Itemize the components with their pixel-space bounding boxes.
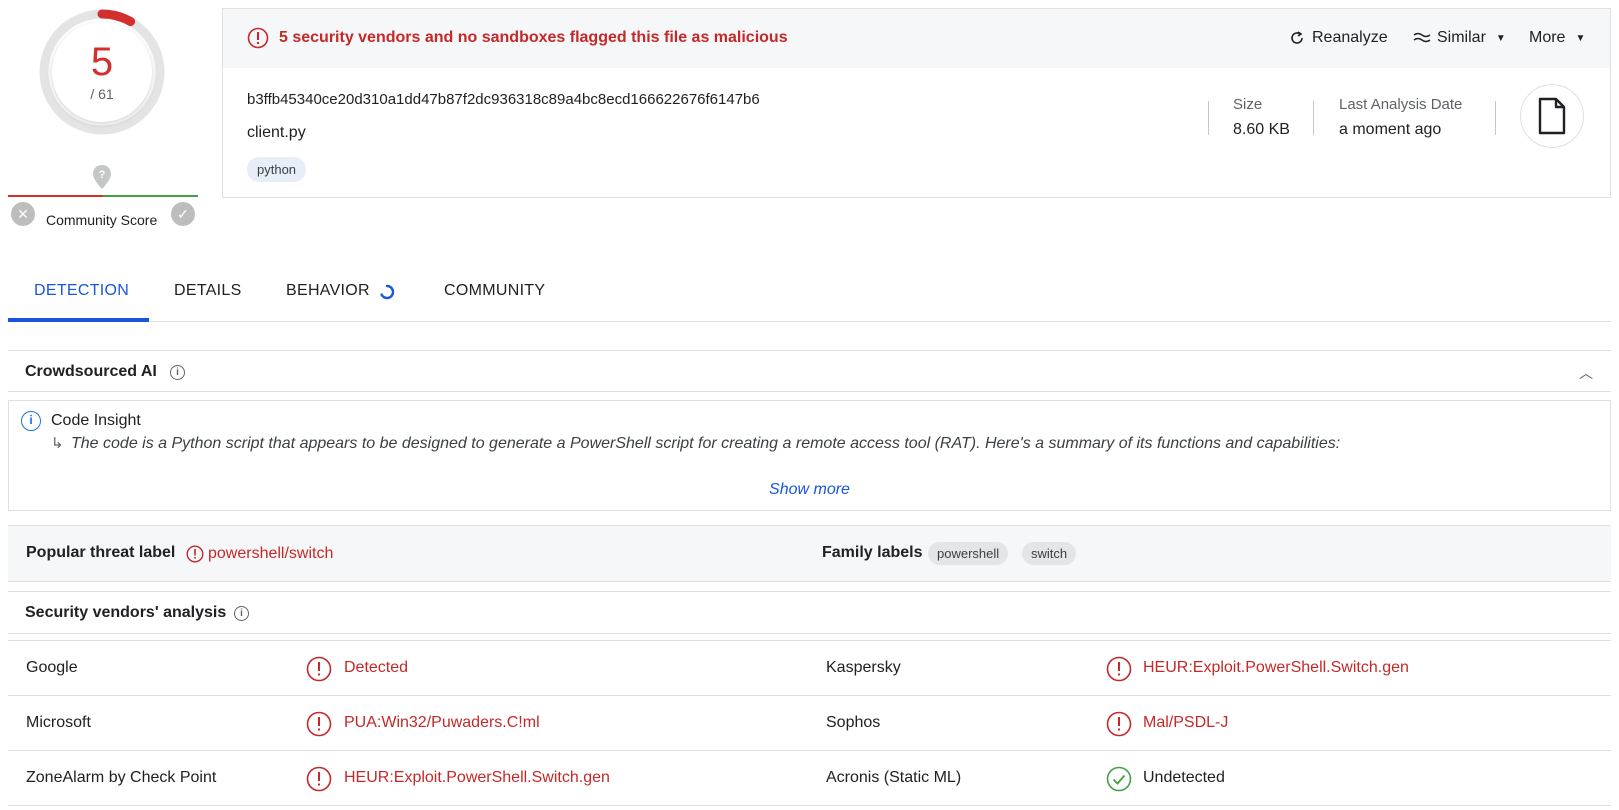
- popular-threat-label-title: Popular threat label: [26, 544, 176, 561]
- more-dropdown[interactable]: More ▼: [1529, 29, 1585, 47]
- vote-harmless-icon[interactable]: ✓: [171, 202, 195, 226]
- vendor-name: Kaspersky: [826, 659, 901, 676]
- file-icon: [1538, 97, 1566, 135]
- file-name: client.py: [247, 124, 306, 141]
- popular-threat-label-value[interactable]: powershell/switch: [208, 545, 333, 563]
- file-tag[interactable]: python: [247, 157, 307, 182]
- code-insight-panel: i Code Insight ↳ The code is a Python sc…: [8, 400, 1611, 511]
- vendors-analysis-title: Security vendors' analysis: [25, 604, 227, 621]
- alert-circle-icon: [1106, 711, 1132, 737]
- check-circle-icon: [1106, 766, 1132, 792]
- reanalyze-label: Reanalyze: [1312, 29, 1388, 46]
- tab-community[interactable]: COMMUNITY: [444, 282, 545, 300]
- reply-arrow-icon: ↳: [51, 435, 64, 452]
- vendor-name: Microsoft: [26, 714, 91, 731]
- tab-details[interactable]: DETAILS: [174, 282, 242, 300]
- divider: [1208, 101, 1209, 135]
- file-type-badge: [1520, 84, 1584, 148]
- vendors-analysis-header: Security vendors' analysis i: [8, 591, 1611, 634]
- threat-labels-row: Popular threat label powershell/switch F…: [8, 525, 1611, 582]
- family-labels-title: Family labels: [822, 544, 923, 561]
- similar-label: Similar: [1437, 29, 1486, 46]
- chevron-down-icon: ▼: [1495, 32, 1506, 44]
- detection-score-gauge: 5 / 61: [38, 8, 166, 136]
- alert-circle-icon: [306, 711, 332, 737]
- crowdsourced-ai-header[interactable]: Crowdsourced AI i ︿: [8, 350, 1611, 392]
- chevron-up-icon[interactable]: ︿: [1579, 363, 1593, 383]
- vendor-result: HEUR:Exploit.PowerShell.Switch.gen: [344, 769, 610, 786]
- similar-waves-icon: [1413, 32, 1431, 43]
- alert-circle-icon: [306, 656, 332, 682]
- vendor-name: Acronis (Static ML): [826, 769, 962, 786]
- alert-circle-icon: [1106, 656, 1132, 682]
- size-value: 8.60 KB: [1233, 121, 1290, 138]
- active-tab-indicator: [8, 318, 149, 322]
- reanalyze-button[interactable]: Reanalyze: [1288, 29, 1388, 47]
- community-negative-bar: [8, 195, 103, 197]
- code-insight-title: Code Insight: [51, 412, 141, 429]
- location-pin-question-icon: ?: [93, 165, 111, 189]
- vote-harmful-icon[interactable]: ✕: [11, 202, 35, 226]
- score-total: / 61: [90, 86, 114, 102]
- family-label-chip[interactable]: switch: [1022, 542, 1077, 565]
- vendor-row: Google Detected Kaspersky HEUR:Exploit.Powe…: [8, 641, 1611, 696]
- refresh-icon: [1291, 31, 1303, 44]
- info-icon[interactable]: i: [234, 606, 249, 621]
- community-positive-bar: [103, 195, 198, 197]
- vendor-name: Sophos: [826, 714, 881, 731]
- tab-behavior[interactable]: BEHAVIOR: [286, 282, 370, 300]
- tab-detection[interactable]: DETECTION: [34, 282, 129, 300]
- divider: [1313, 101, 1314, 135]
- community-score-label: Community Score: [46, 212, 158, 228]
- community-score: ? ✕ Community Score ✓: [8, 160, 198, 230]
- info-circle-icon: i: [21, 411, 41, 431]
- info-icon[interactable]: i: [170, 365, 185, 380]
- score-center: 5 / 61: [52, 22, 152, 122]
- alert-message: 5 security vendors and no sandboxes flag…: [279, 29, 788, 46]
- vendor-result: Undetected: [1143, 769, 1225, 786]
- vendor-row: Microsoft PUA:Win32/Puwaders.C!ml Sophos Ma…: [8, 696, 1611, 751]
- code-insight-summary: The code is a Python script that appears…: [71, 435, 1341, 452]
- crowdsourced-ai-title: Crowdsourced AI: [25, 363, 157, 380]
- file-summary-card: 5 security vendors and no sandboxes flag…: [222, 8, 1611, 198]
- vendor-result: PUA:Win32/Puwaders.C!ml: [344, 714, 540, 731]
- alert-circle-icon: [186, 545, 204, 563]
- family-label-chip[interactable]: powershell: [928, 542, 1009, 565]
- vendor-name: Google: [26, 659, 78, 676]
- community-score-bar: [8, 195, 198, 197]
- divider: [1495, 101, 1496, 135]
- vendor-result: Mal/PSDL-J: [1143, 714, 1229, 731]
- more-label: More: [1529, 29, 1566, 46]
- size-label: Size: [1233, 96, 1263, 113]
- vendor-results-table: Google Detected Kaspersky HEUR:Exploit.Powe…: [8, 640, 1611, 806]
- vendor-row: ZoneAlarm by Check Point HEUR:Exploit.Pow…: [8, 751, 1611, 806]
- chevron-down-icon: ▼: [1575, 32, 1586, 44]
- alert-circle-icon: [247, 27, 269, 49]
- vendor-result: Detected: [344, 659, 409, 676]
- last-analysis-label: Last Analysis Date: [1339, 96, 1463, 113]
- svg-text:?: ?: [99, 169, 106, 181]
- malicious-alert-bar: 5 security vendors and no sandboxes flag…: [223, 9, 1610, 68]
- last-analysis-value: a moment ago: [1339, 121, 1442, 138]
- loading-spinner-icon: [380, 284, 395, 300]
- section-tabs: DETECTION DETAILS BEHAVIOR COMMUNITY: [8, 258, 1611, 322]
- vendor-result: HEUR:Exploit.PowerShell.Switch.gen: [1143, 659, 1409, 676]
- alert-circle-icon: [306, 766, 332, 792]
- score-detections: 5: [90, 40, 114, 84]
- show-more-link[interactable]: Show more: [9, 481, 1610, 499]
- similar-dropdown[interactable]: Similar ▼: [1413, 29, 1506, 47]
- file-hash[interactable]: b3ffb45340ce20d310a1dd47b87f2dc936318c89…: [247, 91, 760, 108]
- vendor-name: ZoneAlarm by Check Point: [26, 769, 217, 786]
